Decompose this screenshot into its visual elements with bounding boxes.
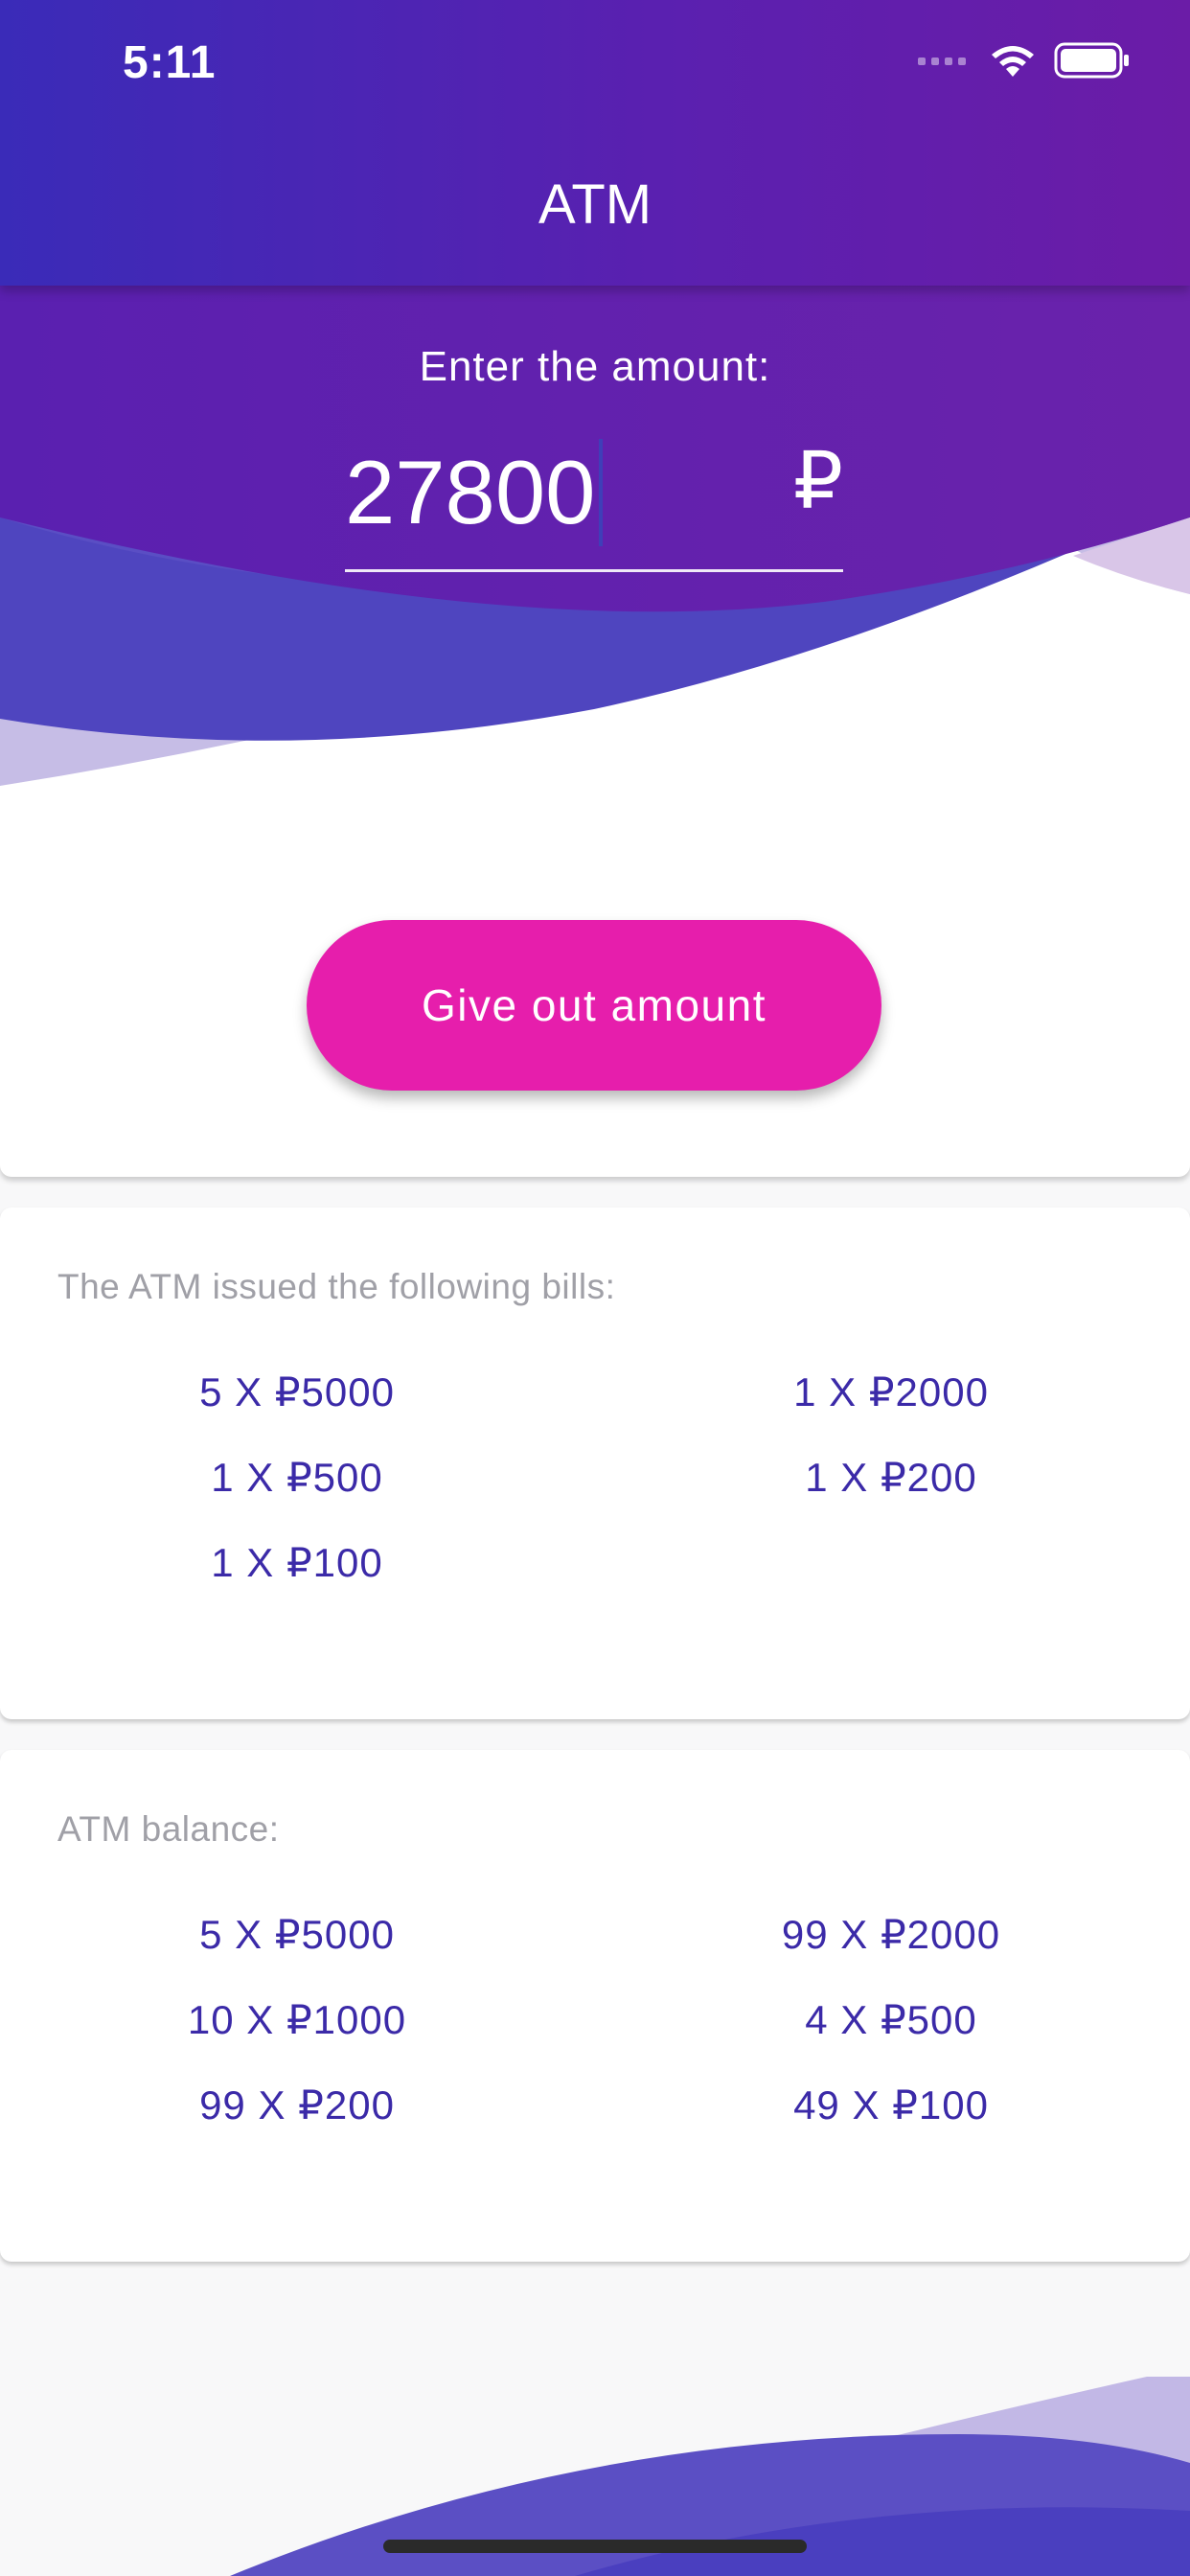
text-caret <box>599 439 604 546</box>
status-icons <box>918 42 1131 83</box>
amount-value: 27800 <box>345 442 596 542</box>
issued-bill-item: 5 X ₽5000 <box>199 1369 395 1414</box>
amount-value-wrap: 27800 <box>345 439 604 546</box>
issued-bills-card: The ATM issued the following bills: 5 X … <box>0 1208 1190 1719</box>
balance-bill-item: 49 X ₽100 <box>793 2082 989 2128</box>
issued-bill-item: 1 X ₽500 <box>211 1455 383 1500</box>
balance-bill-item: 10 X ₽1000 <box>187 1997 407 2042</box>
amount-prompt: Enter the amount: <box>419 343 771 390</box>
balance-bill-item: 5 X ₽5000 <box>199 1912 395 1957</box>
balance-bill-item: 99 X ₽200 <box>199 2082 395 2128</box>
issued-bill-item: 1 X ₽200 <box>805 1455 977 1500</box>
balance-bill-item: 4 X ₽500 <box>805 1997 977 2042</box>
home-indicator <box>383 2540 807 2553</box>
atm-balance-card: ATM balance: 5 X ₽5000 99 X ₽2000 10 X ₽… <box>0 1750 1190 2262</box>
atm-balance-title: ATM balance: <box>57 1809 280 1849</box>
wifi-icon <box>989 42 1037 83</box>
status-time: 5:11 <box>123 37 217 88</box>
currency-symbol: ₽ <box>792 438 843 525</box>
signal-icon <box>918 54 972 72</box>
amount-input[interactable]: 27800 ₽ <box>345 422 843 572</box>
status-bar: 5:11 <box>0 0 1190 125</box>
balance-bill-item: 99 X ₽2000 <box>781 1912 1001 1957</box>
app-title: ATM <box>538 173 652 236</box>
battery-icon <box>1054 42 1131 83</box>
give-out-amount-button[interactable]: Give out amount <box>307 920 881 1091</box>
issued-bill-item: 1 X ₽100 <box>211 1540 383 1585</box>
issued-bills-title: The ATM issued the following bills: <box>57 1267 616 1306</box>
issued-bill-item: 1 X ₽2000 <box>793 1369 989 1414</box>
